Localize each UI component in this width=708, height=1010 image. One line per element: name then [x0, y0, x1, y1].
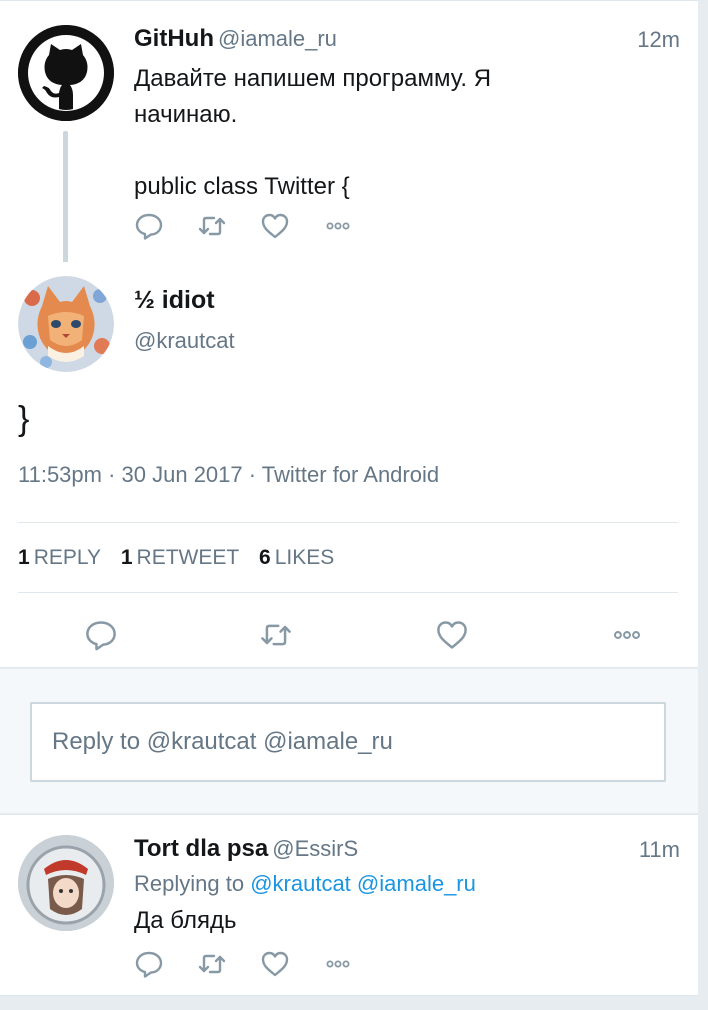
tweet-actions: [84, 618, 644, 654]
krautcat-avatar[interactable]: [18, 276, 114, 372]
replying-prefix: Replying to: [134, 871, 245, 896]
retweet-button[interactable]: [259, 618, 293, 652]
reply-icon: [135, 951, 163, 978]
likes-count: 6: [259, 546, 271, 569]
tweet-actions: [134, 947, 386, 981]
timestamp[interactable]: 11m: [639, 837, 680, 863]
reply-button[interactable]: [134, 949, 164, 979]
github-avatar[interactable]: [18, 25, 114, 121]
like-button[interactable]: [260, 949, 290, 979]
heart-icon: [261, 213, 289, 239]
reply-icon: [86, 621, 116, 651]
mention-link[interactable]: @iamale_ru: [357, 871, 476, 896]
retweets-count: 1: [120, 546, 133, 569]
reply-input[interactable]: Reply to @krautcat @iamale_ru: [30, 702, 666, 782]
tweet-text-line: начинаю.: [134, 101, 238, 128]
tweet-text: Да блядь: [134, 907, 237, 934]
tweet-text: Давайте напишем программу. Я начинаю. pu…: [134, 61, 674, 205]
tweet-header: Tort dla psa @EssirS 11m: [134, 835, 680, 865]
page-edge: [698, 0, 708, 1010]
timestamp[interactable]: 12m: [637, 27, 680, 53]
handle[interactable]: @krautcat: [134, 328, 235, 354]
likes-label: LIKES: [274, 546, 335, 569]
like-button[interactable]: [435, 618, 469, 652]
reply-button[interactable]: [84, 618, 118, 652]
tweet-text: }: [18, 400, 30, 438]
likes-stat[interactable]: 6 LIKES: [259, 546, 348, 569]
replies-stat[interactable]: 1 REPLY: [18, 546, 115, 569]
tweet-stats: 1 REPLY 1 RETWEET 6 LIKES: [18, 546, 348, 570]
divider: [18, 522, 678, 523]
like-button[interactable]: [260, 211, 290, 241]
handle[interactable]: @EssirS: [272, 836, 358, 861]
tort-avatar[interactable]: [18, 835, 114, 931]
handle[interactable]: @iamale_ru: [218, 26, 337, 51]
reply-icon: [135, 213, 163, 240]
main-tweet: ½ idiot @krautcat } 11:53pm · 30 Jun 201…: [0, 262, 698, 668]
tweet-text-line: Давайте напишем программу. Я: [134, 65, 492, 92]
tweet-header: GitHuh @iamale_ru 12m: [134, 25, 680, 55]
retweets-label: RETWEET: [136, 546, 240, 569]
thread-connector-line: [63, 131, 68, 266]
more-icon: [326, 222, 350, 230]
more-button[interactable]: [323, 211, 353, 241]
more-button[interactable]: [323, 949, 353, 979]
heart-icon: [436, 621, 467, 649]
retweet-button[interactable]: [197, 949, 227, 979]
retweet-icon: [261, 624, 292, 646]
reply-composer: Reply to @krautcat @iamale_ru: [0, 669, 698, 813]
reply-placeholder: Reply to @krautcat @iamale_ru: [52, 728, 393, 755]
replying-to: Replying to @krautcat @iamale_ru: [134, 871, 476, 897]
retweets-stat[interactable]: 1 RETWEET: [121, 546, 253, 569]
display-name[interactable]: GitHuh: [134, 25, 214, 52]
display-name[interactable]: ½ idiot: [134, 286, 215, 315]
retweet-button[interactable]: [197, 211, 227, 241]
parent-tweet[interactable]: GitHuh @iamale_ru 12m Давайте напишем про…: [0, 0, 698, 266]
more-icon: [326, 960, 350, 968]
retweet-icon: [198, 954, 226, 974]
tweet-text-line: public class Twitter {: [134, 173, 350, 200]
tweet-meta[interactable]: 11:53pm · 30 Jun 2017 · Twitter for Andr…: [18, 462, 439, 488]
mention-link[interactable]: @krautcat: [250, 871, 351, 896]
retweet-icon: [198, 216, 226, 236]
display-name[interactable]: Tort dla psa: [134, 835, 268, 862]
more-icon: [613, 631, 641, 639]
more-button[interactable]: [610, 618, 644, 652]
heart-icon: [261, 951, 289, 977]
tweet-actions: [134, 209, 386, 243]
replies-label: REPLY: [33, 546, 101, 569]
divider: [18, 592, 678, 593]
replies-count: 1: [18, 546, 30, 569]
reply-tweet[interactable]: Tort dla psa @EssirS 11m Replying to @kra…: [0, 814, 698, 996]
reply-button[interactable]: [134, 211, 164, 241]
